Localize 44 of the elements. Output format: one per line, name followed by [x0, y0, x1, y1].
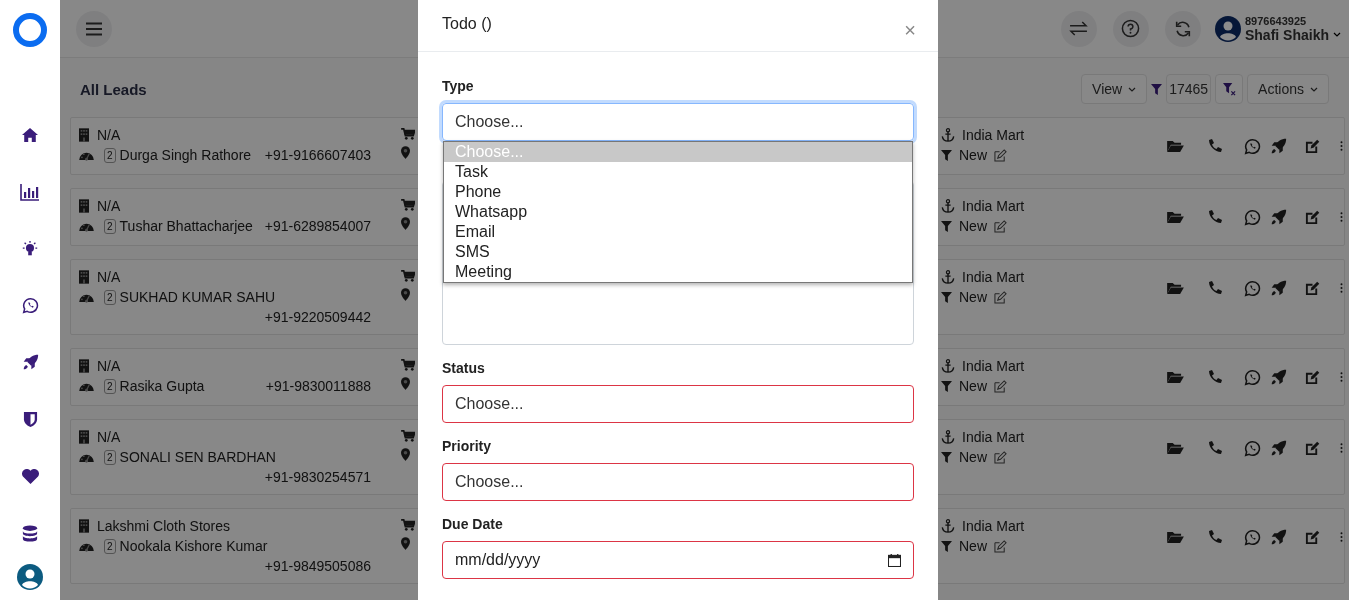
field-label: Due Date [442, 516, 504, 533]
lead-name: SUKHAD KUMAR SAHU [119, 288, 276, 307]
user-phone: 8976643925 [1244, 14, 1308, 27]
company-name: N/A [97, 268, 121, 287]
count-badge: 2 [104, 378, 116, 394]
count-badge: 2 [104, 147, 116, 163]
lead-name: Durga Singh Rathore [119, 146, 252, 165]
field-label: Status [442, 360, 486, 377]
lead-stage: New [959, 377, 987, 396]
page-title: All Leads [80, 80, 147, 98]
lead-stage: New [959, 146, 987, 165]
lead-name: Rasika Gupta [119, 377, 205, 396]
count-badge: 2 [104, 218, 116, 234]
lead-stage: New [959, 537, 987, 556]
phone-number: +91-9220509442 [264, 308, 371, 327]
lead-source: India Mart [962, 197, 1025, 216]
lead-source: India Mart [962, 126, 1025, 145]
company-name: N/A [97, 126, 121, 145]
lead-name: Tushar Bhattacharjee [119, 217, 253, 236]
phone-number: +91-9830011888 [265, 377, 371, 396]
filter-count: 17465 [1166, 74, 1212, 104]
company-name: N/A [97, 357, 121, 376]
field-label: Priority [442, 438, 492, 455]
phone-number: +91-9849505086 [264, 557, 371, 576]
count-badge: 2 [104, 449, 116, 465]
lead-source: India Mart [962, 428, 1025, 447]
lead-name: Nookala Kishore Kumar [119, 537, 268, 556]
lead-source: India Mart [962, 268, 1025, 287]
lead-stage: New [959, 448, 987, 467]
lead-stage: New [959, 288, 987, 307]
phone-number: +91-9166607403 [264, 146, 371, 165]
phone-number: +91-9830254571 [264, 468, 371, 487]
count-badge: 2 [104, 289, 116, 305]
field-label: Type [442, 78, 475, 95]
company-name: N/A [97, 197, 121, 216]
lead-source: India Mart [962, 517, 1025, 536]
dialog-title: Todo () [442, 15, 492, 34]
lead-source: India Mart [962, 357, 1025, 376]
company-name: N/A [97, 428, 121, 447]
lead-stage: New [959, 217, 987, 236]
company-name: Lakshmi Cloth Stores [97, 517, 231, 536]
phone-number: +91-6289854007 [264, 217, 371, 236]
count-badge: 2 [104, 538, 116, 554]
lead-name: SONALI SEN BARDHAN [119, 448, 276, 467]
